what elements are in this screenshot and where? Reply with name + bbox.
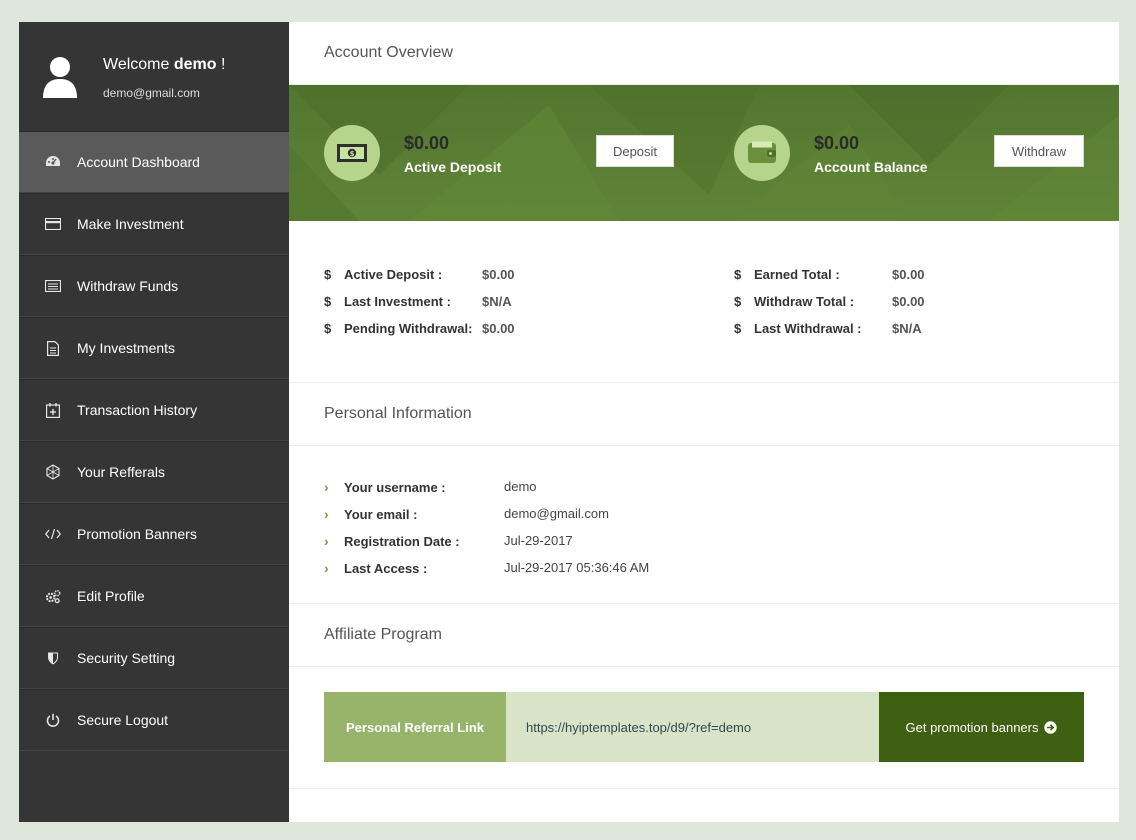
sidebar-item-edit-profile[interactable]: Edit Profile [19,565,289,627]
sidebar-item-label: Make Investment [77,216,184,232]
sidebar-item-label: Security Setting [77,650,176,666]
chevron-right-icon: › [324,479,329,495]
network-icon [45,464,61,480]
active-deposit-label: Active Deposit [404,159,502,175]
dollar-icon: $ [324,294,332,309]
chevron-right-icon: › [324,533,329,549]
account-balance-amount: $0.00 [814,133,860,153]
sidebar-item-label: Withdraw Funds [77,278,179,294]
sidebar-item-withdraw-funds[interactable]: Withdraw Funds [19,255,289,317]
affiliate-program-title: Affiliate Program [289,604,1119,667]
active-deposit-badge: $ [324,125,380,181]
info-value: Jul-29-2017 05:36:46 AM [504,560,650,575]
deposit-button[interactable]: Deposit [596,135,674,167]
profile-email: demo@gmail.com [103,86,200,100]
sidebar: Welcome demo ! demo@gmail.com Account Da… [19,22,289,822]
personal-information: › Your username : demo › Your email : de… [289,446,1119,604]
withdraw-button[interactable]: Withdraw [994,135,1084,167]
wallet-icon [748,141,776,163]
account-summary: $ Active Deposit : $0.00 $ Last Investme… [289,221,1119,383]
info-row: › Your email : [324,506,418,522]
info-value: demo [504,479,537,494]
list-icon [45,278,61,294]
summary-row: $ Withdraw Total : [734,294,855,309]
info-row: › Last Access : [324,560,428,576]
summary-value: $0.00 [482,321,515,336]
account-balance-label: Account Balance [814,159,928,175]
info-value: Jul-29-2017 [504,533,573,548]
credit-card-icon [45,216,61,232]
shield-icon [45,650,61,666]
dashboard-icon [45,154,61,170]
code-icon [45,526,61,542]
sidebar-item-secure-logout[interactable]: Secure Logout [19,689,289,751]
dollar-icon: $ [324,267,332,282]
sidebar-item-promotion-banners[interactable]: Promotion Banners [19,503,289,565]
info-value: demo@gmail.com [504,506,609,521]
welcome-text: Welcome demo ! [103,56,226,73]
active-deposit-amount: $0.00 [404,133,450,153]
account-overview-title: Account Overview [289,22,1119,85]
sidebar-item-my-investments[interactable]: My Investments [19,317,289,379]
gears-icon [45,588,61,604]
info-row: › Registration Date : [324,533,460,549]
dollar-icon: $ [734,294,742,309]
summary-row: $ Last Investment : [324,294,451,309]
summary-value: $0.00 [482,267,515,282]
dollar-icon: $ [734,267,742,282]
summary-value: $N/A [482,294,512,309]
calendar-plus-icon [45,402,61,418]
affiliate-program: Personal Referral Link https://hyiptempl… [289,667,1119,789]
summary-row: $ Earned Total : [734,267,840,282]
summary-row: $ Pending Withdrawal: [324,321,473,336]
svg-text:$: $ [350,150,355,158]
arrow-circle-right-icon [1044,720,1058,734]
summary-value: $N/A [892,321,922,336]
sidebar-item-account-dashboard[interactable]: Account Dashboard [19,131,289,193]
summary-row: $ Active Deposit : [324,267,443,282]
user-avatar-icon [43,57,77,98]
referral-link-label: Personal Referral Link [324,692,506,762]
username: demo [173,56,217,73]
document-icon [45,340,61,356]
app-frame: Welcome demo ! demo@gmail.com Account Da… [19,22,1119,822]
summary-value: $0.00 [892,294,925,309]
referral-link-url[interactable]: https://hyiptemplates.top/d9/?ref=demo [506,692,879,762]
sidebar-item-label: Your Refferals [77,464,165,480]
overview-banner: $ $0.00 Active Deposit Deposit $0.00 Acc… [289,85,1119,221]
sidebar-item-label: Account Dashboard [77,154,200,170]
info-row: › Your username : [324,479,446,495]
sidebar-item-make-investment[interactable]: Make Investment [19,193,289,255]
sidebar-item-label: Transaction History [77,402,198,418]
account-balance-badge [734,125,790,181]
sidebar-item-label: Promotion Banners [77,526,197,542]
sidebar-item-security-setting[interactable]: Security Setting [19,627,289,689]
power-icon [45,712,61,728]
summary-value: $0.00 [892,267,925,282]
sidebar-item-label: Secure Logout [77,712,169,728]
sidebar-item-label: Edit Profile [77,588,145,604]
main-content: Account Overview $ $0.00 Active Deposit … [289,22,1119,822]
sidebar-item-label: My Investments [77,340,176,356]
cash-icon: $ [337,144,367,162]
sidebar-item-transaction-history[interactable]: Transaction History [19,379,289,441]
sidebar-item-your-refferals[interactable]: Your Refferals [19,441,289,503]
user-profile: Welcome demo ! demo@gmail.com [19,22,289,131]
chevron-right-icon: › [324,560,329,576]
chevron-right-icon: › [324,506,329,522]
personal-information-title: Personal Information [289,383,1119,446]
summary-row: $ Last Withdrawal : [734,321,862,336]
referral-bar: Personal Referral Link https://hyiptempl… [324,692,1084,762]
dollar-icon: $ [324,321,332,336]
get-promotion-banners-button[interactable]: Get promotion banners [879,692,1084,762]
dollar-icon: $ [734,321,742,336]
